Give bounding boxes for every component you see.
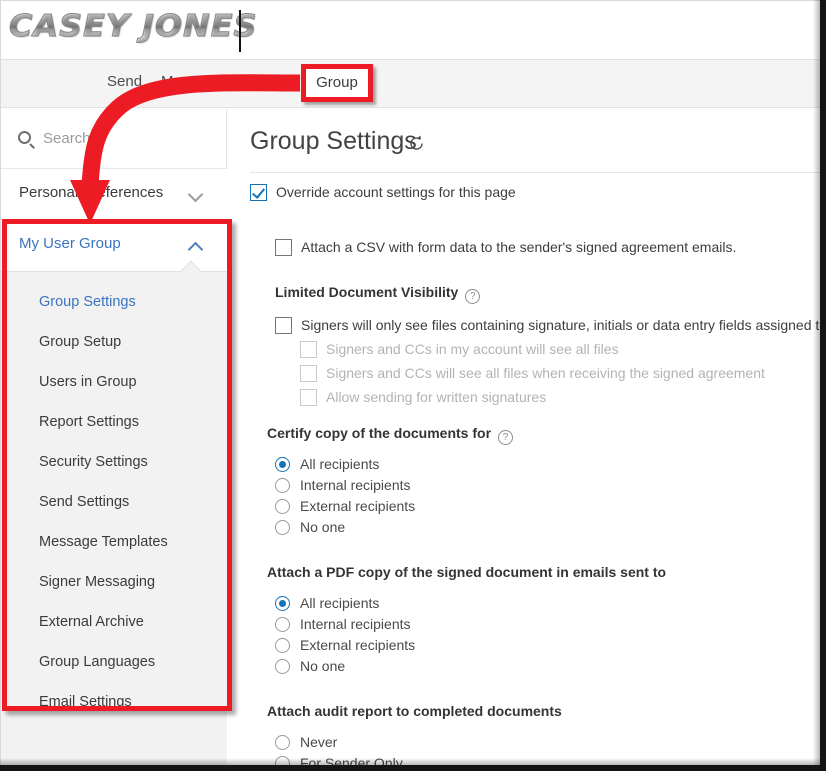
attach-pdf-radio-external[interactable] <box>275 638 290 653</box>
sidebar-item-send-settings[interactable]: Send Settings <box>39 494 129 510</box>
audit-report-radio-sender-only[interactable] <box>275 756 290 765</box>
limited-visibility-primary-label: Signers will only see files containing s… <box>301 317 820 333</box>
limited-document-visibility-heading: Limited Document Visibility? <box>275 284 481 304</box>
sidebar-item-group-settings[interactable]: Group Settings <box>39 294 136 310</box>
audit-report-heading: Attach audit report to completed documen… <box>267 703 562 719</box>
attach-csv-checkbox[interactable] <box>275 239 292 256</box>
sidebar-item-group-setup[interactable]: Group Setup <box>39 334 121 350</box>
sidebar-section-personal-preferences[interactable]: Personal Preferences <box>1 169 227 220</box>
nav-item-group-highlight[interactable]: Group <box>301 64 373 102</box>
brand-logo: CASEY JONES <box>8 9 258 45</box>
attach-pdf-label-internal: Internal recipients <box>300 616 411 632</box>
certify-copy-label-internal: Internal recipients <box>300 477 411 493</box>
chevron-down-icon <box>187 186 204 203</box>
nav-item-send[interactable]: Send <box>107 73 142 90</box>
attach-pdf-heading: Attach a PDF copy of the signed document… <box>267 564 667 580</box>
certify-copy-label-external: External recipients <box>300 498 416 514</box>
sidebar-item-email-settings[interactable]: Email Settings <box>39 694 132 710</box>
header-divider <box>239 10 241 52</box>
attach-pdf-radio-internal[interactable] <box>275 617 290 632</box>
attach-pdf-label-all: All recipients <box>300 595 380 611</box>
help-icon[interactable]: ? <box>465 289 481 304</box>
audit-report-label-never: Never <box>300 734 338 750</box>
chevron-up-icon <box>187 241 204 258</box>
refresh-icon[interactable] <box>408 135 425 152</box>
override-account-settings-label: Override account settings for this page <box>276 184 516 200</box>
audit-report-label-sender-only: For Sender Only <box>300 755 403 765</box>
attach-pdf-label-external: External recipients <box>300 637 416 653</box>
nav-item-reports[interactable]: Reports <box>244 73 297 90</box>
attach-csv-label: Attach a CSV with form data to the sende… <box>301 239 737 255</box>
nav-item-group-label: Group <box>316 74 358 91</box>
sidebar-item-group-languages[interactable]: Group Languages <box>39 654 155 670</box>
page-title: Group Settings <box>250 127 417 155</box>
attach-pdf-radio-all[interactable] <box>275 596 290 611</box>
search-icon <box>18 131 35 149</box>
sidebar-item-message-templates[interactable]: Message Templates <box>39 534 168 550</box>
certify-copy-heading-text: Certify copy of the documents for <box>267 425 492 441</box>
sidebar-search-row <box>1 109 227 169</box>
nav-item-manage[interactable]: Manage <box>161 73 215 90</box>
limited-visibility-sub-checkbox-3 <box>300 389 317 406</box>
sidebar-section-label: My User Group <box>19 235 121 252</box>
sidebar-group-submenu: Group Settings Group Setup Users in Grou… <box>1 260 227 771</box>
limited-visibility-sub-label-3: Allow sending for written signatures <box>326 389 547 405</box>
audit-report-radio-never[interactable] <box>275 735 290 750</box>
certify-copy-radio-external[interactable] <box>275 499 290 514</box>
title-divider <box>250 172 820 173</box>
limited-visibility-primary-checkbox[interactable] <box>275 317 292 334</box>
override-account-settings-checkbox[interactable] <box>250 184 267 201</box>
frame-right-edge <box>820 0 826 771</box>
sidebar-item-security-settings[interactable]: Security Settings <box>39 454 148 470</box>
certify-copy-radio-internal[interactable] <box>275 478 290 493</box>
certify-copy-label-all: All recipients <box>300 456 380 472</box>
sidebar-item-report-settings[interactable]: Report Settings <box>39 414 139 430</box>
attach-pdf-label-none: No one <box>300 658 346 674</box>
limited-visibility-sub-checkbox-2 <box>300 365 317 382</box>
limited-visibility-sub-label-1: Signers and CCs in my account will see a… <box>326 341 619 357</box>
attach-pdf-radio-none[interactable] <box>275 659 290 674</box>
sidebar-item-external-archive[interactable]: External Archive <box>39 614 144 630</box>
certify-copy-radio-none[interactable] <box>275 520 290 535</box>
limited-document-visibility-heading-text: Limited Document Visibility <box>275 284 459 300</box>
certify-copy-heading: Certify copy of the documents for? <box>267 425 514 445</box>
screenshot-root: CASEY JONES Send Manage Reports Group Pe… <box>0 0 826 771</box>
sidebar-section-label: Personal Preferences <box>19 184 164 201</box>
help-icon[interactable]: ? <box>498 430 514 445</box>
certify-copy-radio-all[interactable] <box>275 457 290 472</box>
search-input[interactable] <box>43 123 215 153</box>
sidebar-item-users-in-group[interactable]: Users in Group <box>39 374 137 390</box>
limited-visibility-sub-checkbox-1 <box>300 341 317 358</box>
main-content: Group Settings Override account settings… <box>228 109 820 765</box>
sidebar-item-signer-messaging[interactable]: Signer Messaging <box>39 574 155 590</box>
certify-copy-label-none: No one <box>300 519 346 535</box>
sidebar: Personal Preferences My User Group Group… <box>1 109 227 771</box>
limited-visibility-sub-label-2: Signers and CCs will see all files when … <box>326 365 765 381</box>
app-header: CASEY JONES <box>1 1 820 59</box>
main-navigation: Send Manage Reports <box>1 59 820 108</box>
